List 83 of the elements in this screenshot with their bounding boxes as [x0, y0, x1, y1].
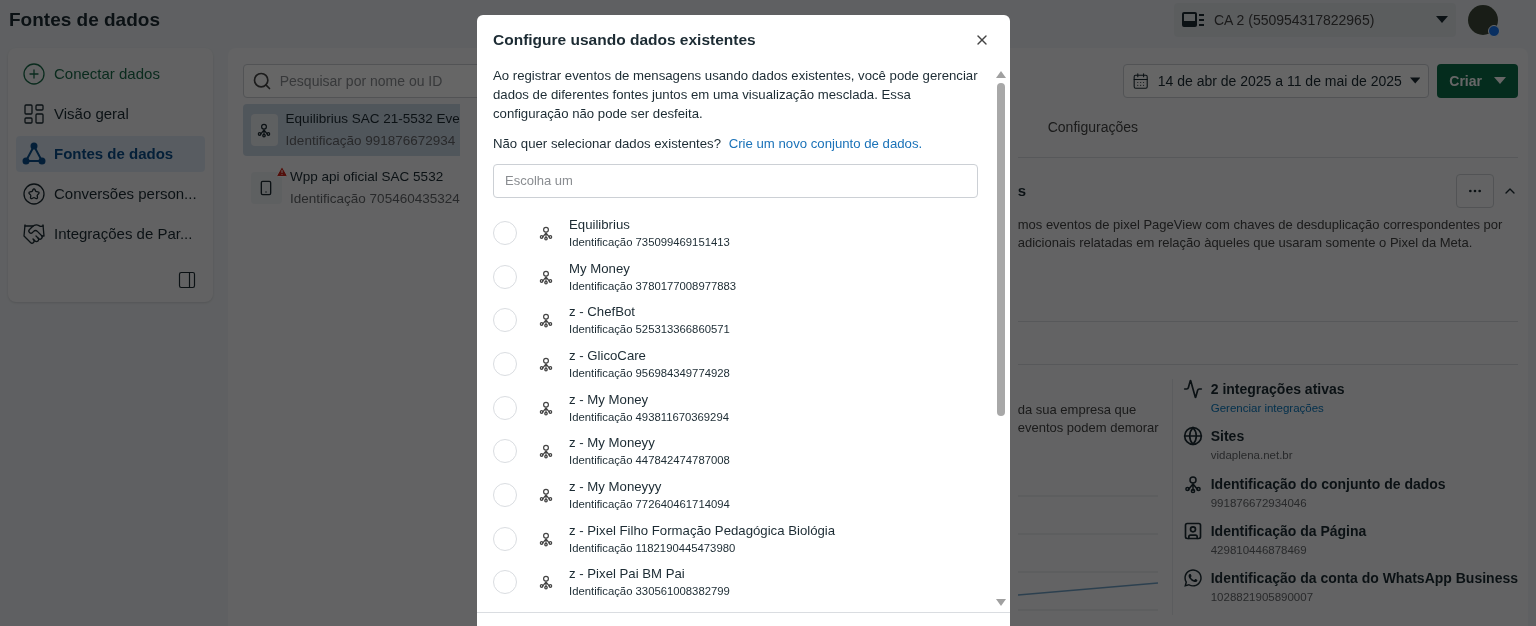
sidebar-item[interactable]: Visão geral — [16, 96, 205, 132]
option-id: Identificação 956984349774928 — [569, 365, 730, 381]
page-icon — [1182, 520, 1203, 541]
handshake-icon — [22, 222, 46, 246]
account-selector[interactable]: CA 2 (550954317822965) — [1174, 3, 1456, 37]
dialog-prompt: Não quer selecionar dados existentes? — [493, 136, 721, 151]
tab[interactable]: Configurações — [1047, 98, 1138, 157]
search-icon — [251, 71, 272, 91]
account-icon — [1182, 10, 1206, 30]
detail-title: Identificação da Página — [1210, 521, 1367, 541]
detail-title: Identificação da conta do WhatsApp Business — [1210, 569, 1518, 588]
detail-value: vidaplena.net.br — [1210, 448, 1293, 464]
scroll-up-icon[interactable] — [996, 71, 1006, 78]
option-name: z - My Moneyyy — [569, 477, 663, 496]
option-name: z - ChefBot — [569, 303, 636, 322]
dataset-icon — [538, 224, 554, 241]
option-id: Identificação 3780177008977883 — [569, 278, 737, 294]
card-text: adicionais relatadas em relação àqueles que usaram somente o Pixel da Meta. — [1017, 234, 1474, 252]
scroll-down-icon[interactable] — [996, 599, 1006, 606]
option-id: Identificação 525313366860571 — [569, 322, 730, 338]
dataset-icon — [538, 443, 554, 460]
dataset-icon — [538, 312, 554, 329]
dialog-description: Ao registrar eventos de mensagens usando dados existentes, você pode gerenciar dados de diferentes fontes juntos em uma visualização mesclada. Essa configuração não pode ser desfeita. — [493, 67, 978, 123]
sidebar-item[interactable]: Conectar dados — [16, 56, 205, 92]
detail-value: 991876672934046 — [1210, 495, 1308, 511]
card-text: mos eventos de pixel PageView com chaves de desduplicação correspondentes por — [1017, 216, 1504, 234]
detail-link[interactable]: Gerenciar integrações — [1210, 400, 1345, 418]
sidebar-item[interactable]: Fontes de dados — [16, 136, 205, 172]
network-badge-icon — [1488, 25, 1500, 37]
network-icon — [22, 142, 46, 166]
overview-text: da sua empresa que — [1017, 401, 1138, 419]
option-id: Identificação 493811670369294 — [569, 409, 729, 425]
source-id: Identificação 705460435324 — [290, 190, 460, 208]
option-name: z - My Moneyy — [569, 434, 656, 453]
dataset-icon — [538, 574, 554, 591]
pulse-icon — [1182, 379, 1203, 399]
caret-icon — [1409, 77, 1421, 85]
dataset-icon — [1182, 473, 1203, 494]
whatsapp-icon — [1182, 568, 1203, 588]
source-name: Wpp api oficial SAC 5532 — [290, 168, 445, 186]
sidebar-item[interactable]: Integrações de Par... — [16, 216, 205, 252]
dataset-icon — [538, 355, 554, 372]
globe-icon — [1182, 426, 1203, 447]
option-name: z - Pixel Pai BM Pai — [569, 565, 686, 584]
calendar-icon — [1132, 71, 1150, 91]
dataset-icon — [538, 268, 554, 285]
option-id: Identificação 330561008382799 — [569, 584, 730, 600]
option-id: Identificação 1182190445473980 — [569, 540, 737, 556]
overview-text: eventos podem demorar — [1017, 419, 1158, 437]
avatar[interactable] — [1468, 5, 1498, 35]
sidebar-item[interactable]: Conversões person... — [16, 176, 205, 212]
card-title: s — [1017, 180, 1027, 201]
detail-title: 2 integrações ativas — [1210, 380, 1345, 399]
date-range-picker[interactable]: 14 de abr de 2025 a 11 de mai de 2025 — [1123, 64, 1430, 98]
create-dataset-link[interactable]: Crie um novo conjunto de dados. — [728, 136, 923, 151]
option-id: Identificação 772640461714094 — [569, 496, 730, 512]
page-title: Fontes de dados — [9, 7, 160, 32]
option-name: z - GlicoCare — [569, 346, 647, 365]
detail-title: Identificação do conjunto de dados — [1210, 474, 1446, 494]
detail-value: 429810446878469 — [1210, 542, 1308, 558]
caret-icon — [1436, 16, 1448, 24]
more-button[interactable] — [1456, 174, 1494, 208]
dataset-icon — [256, 122, 273, 138]
plus-icon — [22, 62, 46, 86]
warning-icon — [275, 166, 288, 178]
dataset-icon — [538, 530, 554, 547]
dataset-icon — [538, 486, 554, 503]
source-name: Equilibrius SAC 21-5532 Eve — [285, 110, 460, 128]
option-name: z - Pixel Filho Formação Pedagógica Biológia — [569, 521, 836, 540]
option-id: Identificação 735099469151413 — [569, 234, 730, 250]
dialog-title: Configure usando dados existentes — [493, 30, 756, 51]
select-field[interactable]: Escolha um — [493, 164, 978, 198]
option-id: Identificação 447842474787008 — [569, 453, 730, 469]
dataset-icon — [538, 399, 554, 416]
layout-icon — [22, 102, 46, 126]
detail-value: 1028821905890007 — [1210, 590, 1315, 605]
detail-title: Sites — [1210, 427, 1246, 447]
option-name: Equilibrius — [569, 215, 631, 234]
option-name: z - My Money — [569, 390, 650, 409]
create-button[interactable]: Criar — [1437, 64, 1518, 98]
collapse-icon[interactable] — [176, 270, 197, 290]
caret-icon — [1494, 77, 1506, 85]
option-name: My Money — [569, 259, 631, 278]
